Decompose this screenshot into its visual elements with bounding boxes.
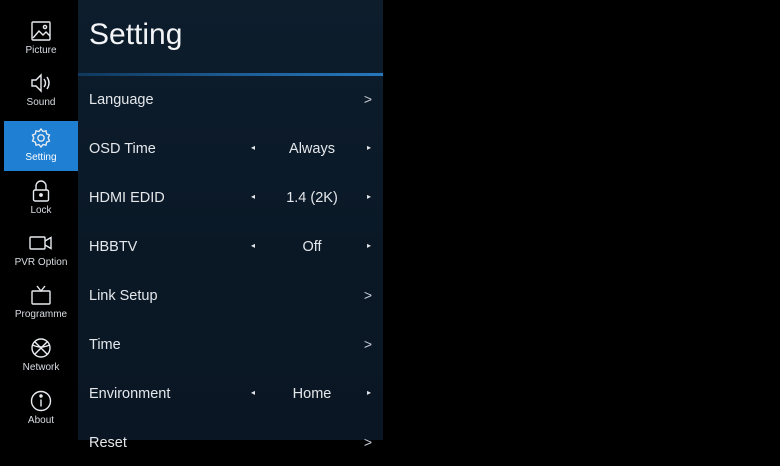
picture-icon [28, 18, 54, 44]
arrow-left-icon[interactable]: ◂ [251, 241, 255, 250]
tv-icon [28, 282, 54, 308]
row-value: 1.4 (2K) [286, 190, 338, 206]
row-label: Language [89, 92, 154, 108]
sidebar: Picture Sound Setting Lock PVR Option Pr… [0, 0, 78, 440]
arrow-left-icon[interactable]: ◂ [251, 143, 255, 152]
sidebar-item-programme[interactable]: Programme [4, 278, 78, 328]
sidebar-item-label: About [27, 415, 55, 426]
arrow-left-icon[interactable]: ◂ [251, 388, 255, 397]
row-label: HBBTV [89, 239, 138, 255]
arrow-right-icon[interactable]: ▸ [367, 192, 371, 201]
sidebar-item-pvr-option[interactable]: PVR Option [4, 226, 78, 276]
chevron-right-icon: > [363, 336, 372, 352]
menu-row-reset[interactable]: Reset > [78, 422, 383, 466]
menu-row-environment[interactable]: Environment ◂ Home ▸ [78, 373, 383, 417]
menu-row-link-setup[interactable]: Link Setup > [78, 275, 383, 319]
sidebar-item-setting[interactable]: Setting [4, 121, 78, 171]
chevron-right-icon: > [363, 434, 372, 450]
row-value: Always [289, 141, 335, 157]
sidebar-item-label: Lock [30, 205, 52, 216]
arrow-right-icon[interactable]: ▸ [367, 388, 371, 397]
settings-panel: Setting Language > OSD Time ◂ Always ▸ H… [78, 0, 383, 451]
info-icon [28, 388, 54, 414]
sidebar-item-network[interactable]: Network [4, 331, 78, 381]
row-value: Off [302, 239, 322, 255]
sidebar-item-lock[interactable]: Lock [4, 174, 78, 224]
camera-icon [28, 230, 54, 256]
sidebar-item-label: Setting [25, 152, 57, 163]
sidebar-item-picture[interactable]: Picture [4, 14, 78, 64]
row-label: HDMI EDID [89, 190, 165, 206]
speaker-icon [28, 70, 54, 96]
sidebar-item-label: PVR Option [14, 257, 68, 268]
menu-row-time[interactable]: Time > [78, 324, 383, 368]
sidebar-item-label: Picture [25, 45, 57, 56]
arrow-right-icon[interactable]: ▸ [367, 143, 371, 152]
chevron-right-icon: > [363, 91, 372, 107]
menu-row-hbbtv[interactable]: HBBTV ◂ Off ▸ [78, 226, 383, 270]
chevron-right-icon: > [363, 287, 372, 303]
row-label: Time [89, 337, 121, 353]
row-label: Reset [89, 435, 127, 451]
row-label: Environment [89, 386, 171, 402]
sidebar-item-label: Sound [26, 97, 56, 108]
gear-icon [28, 125, 54, 151]
row-value: Home [292, 386, 332, 402]
arrow-right-icon[interactable]: ▸ [367, 241, 371, 250]
menu-row-language[interactable]: Language > [78, 79, 383, 123]
globe-icon [28, 335, 54, 361]
page-title: Setting [89, 18, 183, 51]
row-label: OSD Time [89, 141, 156, 157]
sidebar-item-label: Programme [14, 309, 68, 320]
menu-row-osd-time[interactable]: OSD Time ◂ Always ▸ [78, 128, 383, 172]
row-label: Link Setup [89, 288, 158, 304]
sidebar-item-about[interactable]: About [4, 384, 78, 434]
title-divider [78, 73, 383, 76]
lock-icon [28, 178, 54, 204]
arrow-left-icon[interactable]: ◂ [251, 192, 255, 201]
sidebar-item-sound[interactable]: Sound [4, 66, 78, 116]
menu-row-hdmi-edid[interactable]: HDMI EDID ◂ 1.4 (2K) ▸ [78, 177, 383, 221]
sidebar-item-label: Network [22, 362, 60, 373]
